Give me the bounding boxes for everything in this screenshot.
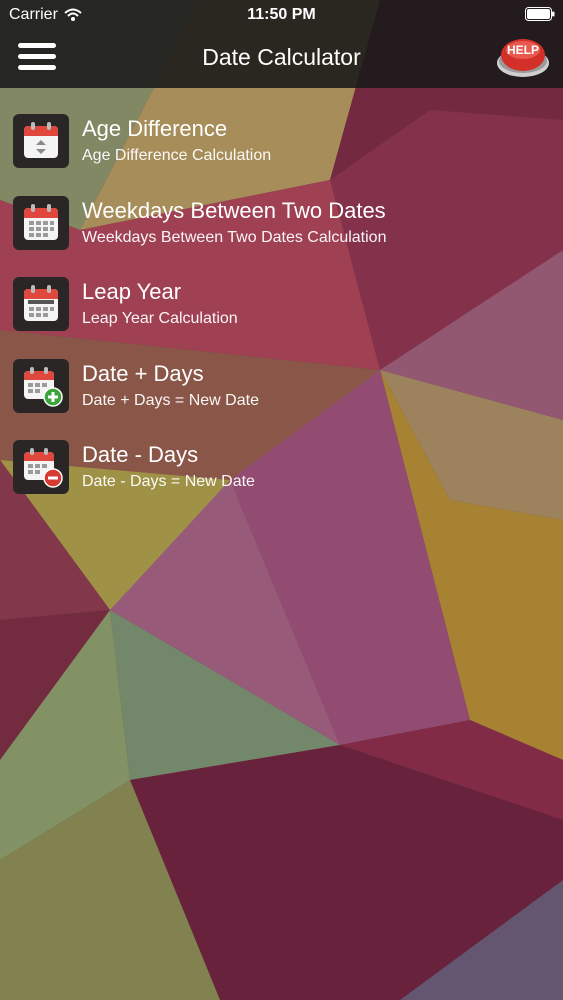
list-item-date-minus-days[interactable]: Date - Days Date - Days = New Date	[0, 426, 563, 508]
help-label: HELP	[507, 43, 539, 57]
item-title: Age Difference	[82, 116, 228, 141]
calculator-list: Age Difference Age Difference Calculatio…	[0, 100, 563, 508]
item-subtitle: Age Difference Calculation	[82, 147, 272, 164]
item-title: Weekdays Between Two Dates	[82, 197, 386, 223]
item-title: Date + Days	[82, 360, 204, 386]
calendar-feb-icon	[24, 285, 58, 321]
list-item-leap-year[interactable]: Leap Year Leap Year Calculation	[0, 263, 563, 345]
help-icon: HELP	[497, 39, 549, 77]
status-bar: Carrier 11:50 PM	[0, 0, 563, 30]
help-button[interactable]: HELP	[495, 33, 551, 81]
item-title: Date - Days	[82, 442, 199, 467]
item-subtitle: Weekdays Between Two Dates Calculation	[82, 228, 387, 246]
battery-icon	[525, 7, 555, 21]
list-item-weekdays[interactable]: Weekdays Between Two Dates Weekdays Betw…	[0, 182, 563, 264]
status-time: 11:50 PM	[247, 6, 316, 23]
calendar-plus-icon	[24, 366, 63, 407]
item-subtitle: Leap Year Calculation	[82, 310, 238, 327]
item-title: Leap Year	[82, 279, 182, 304]
page-title: Date Calculator	[202, 44, 361, 70]
item-subtitle: Date + Days = New Date	[82, 391, 259, 409]
list-item-date-plus-days[interactable]: Date + Days Date + Days = New Date	[0, 345, 563, 427]
calendar-updown-icon	[24, 122, 58, 158]
item-subtitle: Date - Days = New Date	[82, 473, 255, 490]
list-item-age-difference[interactable]: Age Difference Age Difference Calculatio…	[0, 100, 563, 182]
calendar-grid-icon	[24, 203, 58, 240]
calendar-minus-icon	[24, 448, 63, 488]
